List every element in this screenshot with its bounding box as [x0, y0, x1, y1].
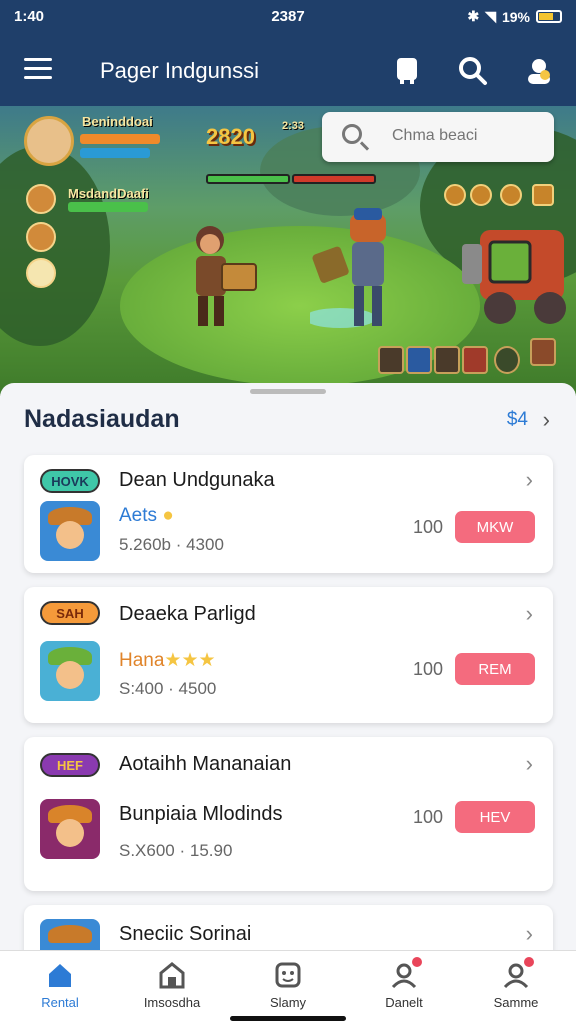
game-hero-image[interactable]: Beninddoai 2820 2:33 MsdandDaafi [0, 106, 576, 396]
mech-vehicle [462, 230, 566, 324]
rating-stars-icon: ★★★ [164, 650, 216, 671]
battery-icon [536, 10, 562, 23]
emote-icon[interactable] [26, 258, 56, 288]
nav-label: Rental [41, 995, 79, 1010]
nav-item-user[interactable]: Danelt [354, 957, 454, 1017]
ability-icon[interactable] [26, 222, 56, 252]
status-right: ✱ ◥ 19% [467, 8, 562, 25]
dwarf-warrior-character [196, 226, 257, 326]
bluetooth-icon: ✱ [467, 8, 480, 24]
section-count[interactable]: $4 [507, 409, 528, 431]
wifi-icon: ◥ [485, 8, 496, 24]
item-title: Aotaihh Mananaian [119, 753, 292, 775]
app-title: Pager Indgunssi [100, 58, 259, 83]
item-price: 100 [412, 807, 443, 827]
ally-tag: MsdandDaafi [68, 186, 149, 201]
search-icon [342, 124, 362, 144]
skill-slot-icon[interactable] [462, 346, 488, 374]
game-search-box[interactable] [322, 112, 554, 162]
user-icon [390, 957, 422, 989]
game-thumbnail[interactable] [40, 501, 100, 561]
account-icon[interactable] [522, 54, 556, 88]
item-meta: 5.260b · 4300 [119, 535, 224, 554]
item-title: Sneciic Sorinai [119, 923, 252, 945]
game-icon [274, 961, 302, 989]
item-price: 100 [412, 659, 443, 679]
item-subtitle: Aets ● [119, 505, 174, 526]
item-badge: SAH [40, 601, 100, 625]
battery-percent: 19% [501, 8, 530, 25]
health-bar [80, 134, 160, 144]
enemy-health-bar [206, 174, 290, 184]
item-price: 100 [412, 517, 443, 537]
list-item[interactable]: HEF Aotaihh Mananaian › Bunpiaia Mlodind… [24, 737, 553, 891]
game-search-input[interactable] [392, 124, 542, 148]
resource-icon[interactable] [444, 184, 466, 206]
item-title: Dean Undgunaka [119, 469, 275, 491]
coin-icon[interactable] [500, 184, 522, 206]
item-subtitle: Bunpiaia Mlodinds [119, 803, 283, 825]
store-icon [158, 961, 186, 989]
search-icon[interactable] [456, 54, 490, 88]
bookmark-icon[interactable] [390, 54, 424, 88]
item-meta: S.X600 · 15.90 [119, 841, 233, 860]
bottom-navigation: Rental Imsosdha Slamy Danelt Samme [0, 950, 576, 1024]
game-thumbnail[interactable] [40, 641, 100, 701]
ally-portrait-icon[interactable] [26, 184, 56, 214]
ally-health-bar [68, 202, 148, 212]
app-bar: Pager Indgunssi [0, 48, 576, 92]
resource-icon[interactable] [470, 184, 492, 206]
item-action-button[interactable]: REM [455, 653, 535, 685]
skill-slot-icon[interactable] [378, 346, 404, 374]
player-avatar[interactable] [24, 116, 74, 166]
item-subtitle: Hana★★★ [119, 650, 216, 671]
robot-knight-character [310, 208, 386, 328]
content-sheet: Nadasiaudan $4 › HOVK Dean Undgunaka › A… [0, 383, 576, 985]
score-display: 2820 [206, 124, 255, 149]
drag-handle[interactable] [250, 389, 326, 394]
nav-label: Samme [493, 995, 539, 1010]
chevron-right-icon[interactable]: › [526, 921, 533, 947]
chevron-right-icon[interactable]: › [526, 467, 533, 493]
chevron-right-icon[interactable]: › [526, 751, 533, 777]
notification-dot [412, 957, 422, 967]
home-indicator [230, 1016, 346, 1021]
enemy-rage-bar [292, 174, 376, 184]
item-action-button[interactable]: HEV [455, 801, 535, 833]
item-action-button[interactable]: MKW [455, 511, 535, 543]
player-tag: Beninddoai [82, 114, 153, 129]
mana-bar [80, 148, 150, 158]
skill-slot-icon[interactable] [530, 338, 556, 366]
nav-label: Slamy [269, 995, 307, 1010]
mini-tag: 2:33 [282, 120, 305, 132]
game-thumbnail[interactable] [40, 799, 100, 859]
shop-icon[interactable] [532, 184, 554, 206]
section-title: Nadasiaudan [24, 405, 180, 433]
chevron-right-icon[interactable]: › [526, 601, 533, 627]
item-title: Deaeka Parligd [119, 603, 256, 625]
item-meta: S:400 · 4500 [119, 679, 217, 698]
nav-label: Danelt [385, 995, 423, 1010]
skill-slot-icon[interactable] [494, 346, 520, 374]
list-item[interactable]: SAH Deaeka Parligd › Hana★★★ S:400 · 450… [24, 587, 553, 723]
list-item[interactable]: HOVK Dean Undgunaka › Aets ● 5.260b · 43… [24, 455, 553, 573]
home-icon [46, 961, 74, 989]
profile-icon [502, 957, 534, 989]
nav-label: Imsosdha [143, 995, 201, 1010]
coin-icon: ● [162, 505, 174, 526]
notification-dot [524, 957, 534, 967]
nav-item-profile[interactable]: Samme [466, 957, 566, 1017]
item-badge: HEF [40, 753, 100, 777]
chevron-right-icon[interactable]: › [543, 407, 550, 433]
jungle-foliage [0, 146, 110, 346]
status-bar: 1:40 2387 ✱ ◥ 19% [0, 8, 576, 26]
skill-slot-icon[interactable] [434, 346, 460, 374]
nav-item-store[interactable]: Imsosdha [122, 961, 222, 1017]
skill-slot-icon[interactable] [406, 346, 432, 374]
nav-item-game[interactable]: Slamy [238, 961, 338, 1017]
app-header: 1:40 2387 ✱ ◥ 19% Pager Indgunssi [0, 0, 576, 106]
item-badge: HOVK [40, 469, 100, 493]
nav-item-home[interactable]: Rental [10, 961, 110, 1017]
menu-icon[interactable] [24, 58, 52, 80]
